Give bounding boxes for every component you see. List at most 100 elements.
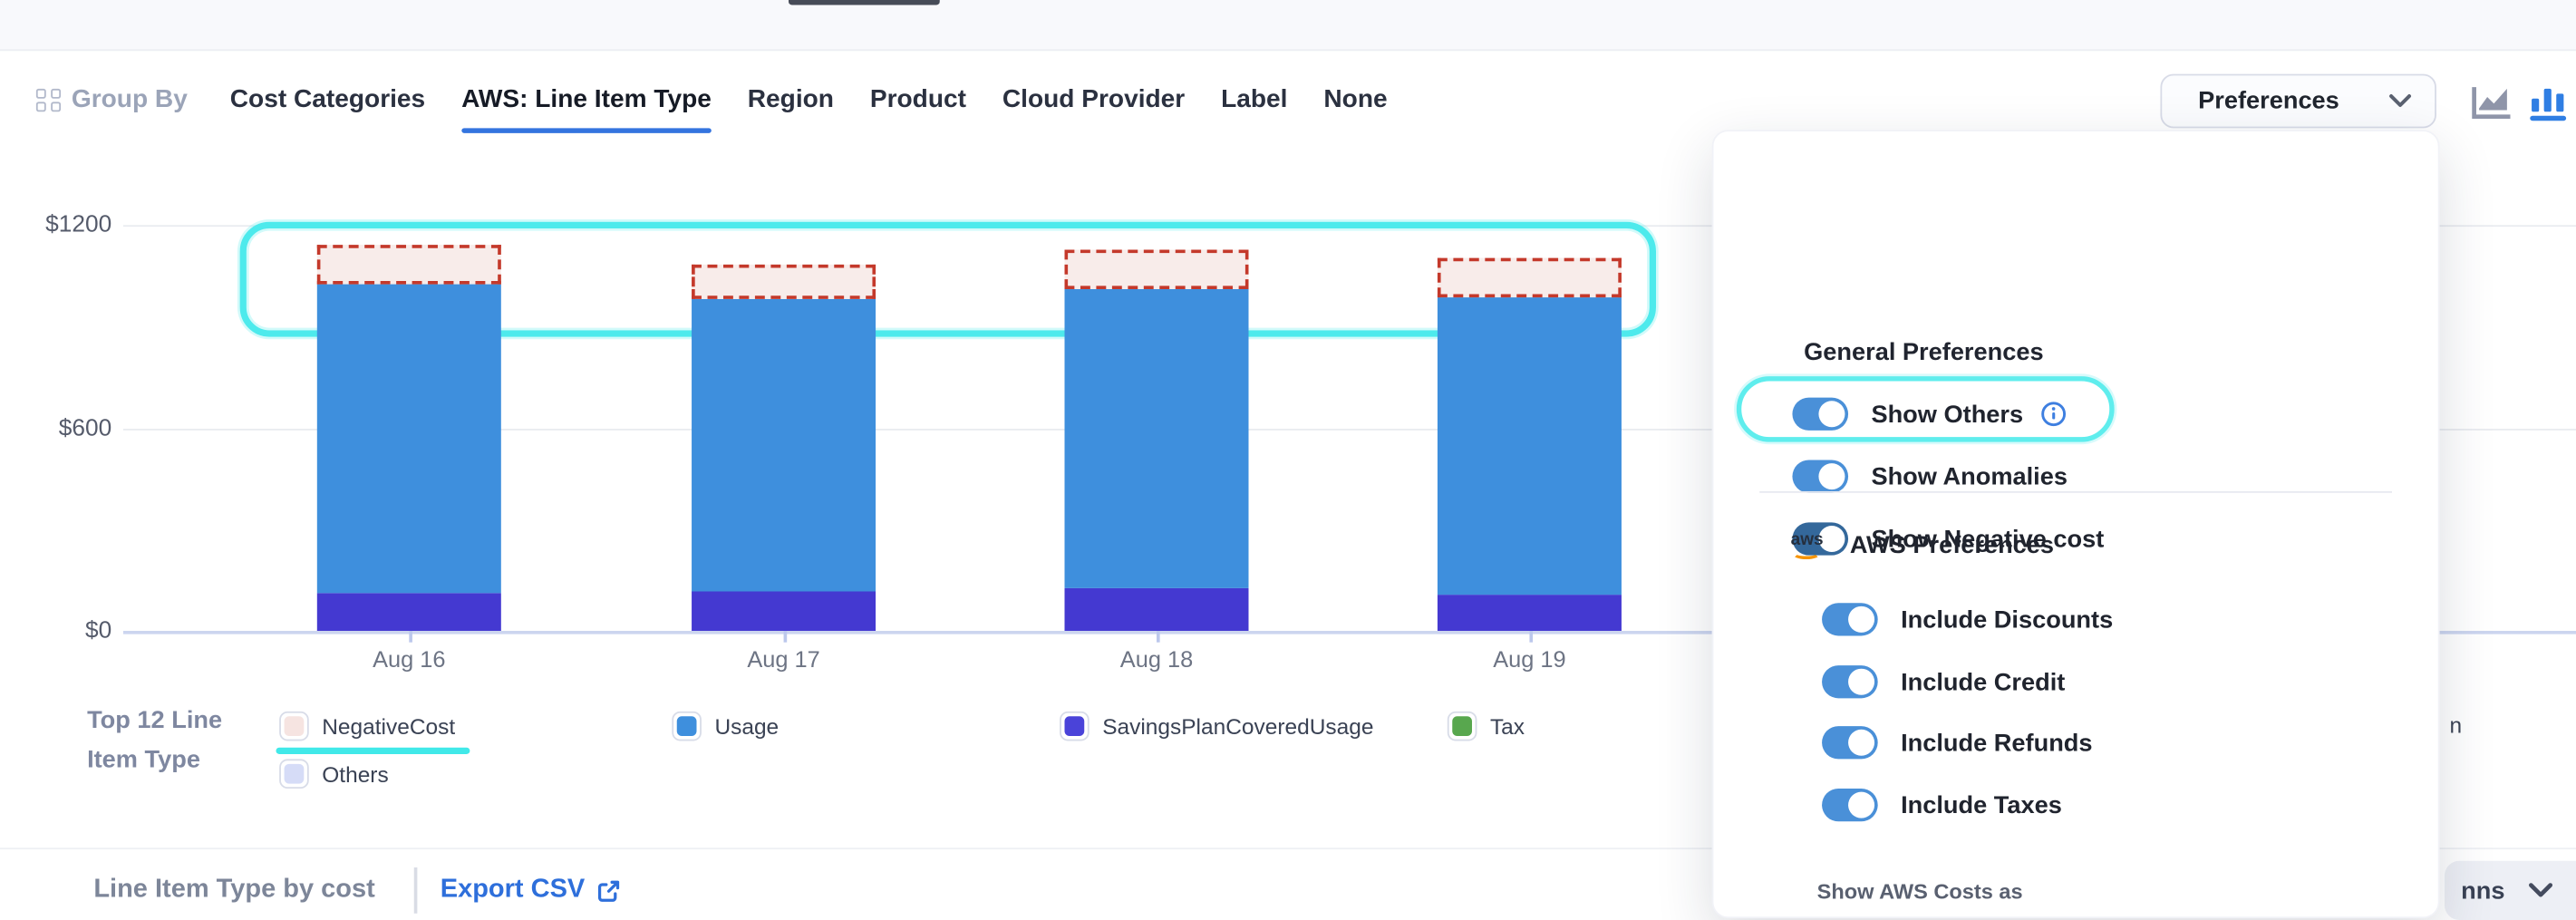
chevron-down-icon — [2388, 93, 2411, 108]
top-edge-artifact — [789, 0, 940, 5]
export-csv-link[interactable]: Export CSV — [441, 876, 621, 905]
aws-preferences-header: aws AWS Preferences — [1791, 531, 2054, 559]
table-section-title: Line Item Type by cost — [93, 876, 374, 905]
toggle-row-include-taxes: Include Taxes — [1822, 789, 2062, 821]
legend-item-tax[interactable]: Tax — [1448, 712, 1525, 741]
bar-segment-usage[interactable] — [692, 299, 876, 592]
savingsplancoveredusage-swatch — [1060, 712, 1089, 741]
legend-item-others[interactable]: Others — [279, 759, 389, 789]
preferences-dropdown-button[interactable]: Preferences — [2160, 74, 2436, 129]
others-swatch — [279, 759, 309, 789]
y-axis-tick-label: $0 — [22, 618, 112, 644]
footer-vertical-divider — [414, 867, 417, 914]
legend-item-label: NegativeCost — [322, 714, 455, 739]
group-by-grid-icon — [36, 88, 60, 111]
toggle-knob — [1848, 669, 1874, 695]
bar-segment-savingsplancoveredusage[interactable] — [317, 594, 501, 631]
x-axis-tick-label: Aug 18 — [1091, 645, 1223, 672]
bar-segment-negativecost[interactable] — [1438, 257, 1622, 296]
group-by-label-group: Group By — [36, 85, 188, 115]
toggle-label: Include Refunds — [1901, 729, 2092, 757]
x-axis-tick-label: Aug 17 — [718, 645, 849, 672]
x-axis-tick — [1529, 631, 1532, 643]
tab-label[interactable]: Label — [1221, 85, 1287, 115]
toggle-row-include-credit: Include Credit — [1822, 665, 2065, 698]
tab-none[interactable]: None — [1323, 85, 1387, 115]
include-credit-toggle[interactable] — [1822, 665, 1878, 698]
chevron-down-icon — [2528, 882, 2552, 898]
page-top-strip — [0, 0, 2576, 51]
bar-segment-savingsplancoveredusage[interactable] — [1065, 588, 1249, 631]
panel-divider — [1759, 491, 2392, 493]
tax-swatch — [1448, 712, 1477, 741]
bar-segment-negativecost[interactable] — [1065, 250, 1249, 289]
toggle-label: Show Others — [1871, 400, 2023, 428]
tab-aws-line-item-type[interactable]: AWS: Line Item Type — [461, 85, 712, 115]
toggle-row-show-others: Show Others — [1792, 398, 2066, 431]
include-refunds-toggle[interactable] — [1822, 726, 1878, 759]
bar-segment-usage[interactable] — [1065, 289, 1249, 588]
y-axis-tick-label: $600 — [22, 415, 112, 441]
negativecost-swatch — [279, 712, 309, 741]
include-discounts-toggle[interactable] — [1822, 603, 1878, 635]
group-by-tabs: Cost Categories AWS: Line Item Type Region… — [230, 85, 1388, 115]
x-axis-tick — [409, 631, 412, 643]
bar-chart-view-button[interactable] — [2527, 82, 2570, 122]
legend-negativecost-underline — [276, 748, 470, 753]
area-chart-view-button[interactable] — [2471, 82, 2513, 122]
tab-region[interactable]: Region — [748, 85, 834, 115]
toggle-knob — [1848, 792, 1874, 818]
bar-chart-icon — [2527, 83, 2570, 121]
columns-dropdown-button[interactable]: nns — [2445, 861, 2576, 920]
toggle-label: Include Discounts — [1901, 605, 2113, 634]
preferences-panel: General Preferences Show Others Show Anom… — [1712, 130, 2440, 918]
tab-product[interactable]: Product — [870, 85, 966, 115]
bar-segment-savingsplancoveredusage[interactable] — [1438, 595, 1622, 631]
group-by-label: Group By — [72, 85, 188, 115]
toggle-knob — [1848, 730, 1874, 756]
legend-item-label: Tax — [1490, 714, 1525, 739]
include-taxes-toggle[interactable] — [1822, 789, 1878, 821]
show-anomalies-toggle[interactable] — [1792, 460, 1848, 493]
legend-item-savingsplancoveredusage[interactable]: SavingsPlanCoveredUsage — [1060, 712, 1373, 741]
info-icon[interactable] — [2039, 401, 2066, 427]
x-axis-tick-label: Aug 19 — [1464, 645, 1595, 672]
tab-cloud-provider[interactable]: Cloud Provider — [1002, 85, 1185, 115]
columns-button-label: nns — [2461, 876, 2504, 905]
bar-segment-usage[interactable] — [1438, 297, 1622, 596]
toggle-label: Include Taxes — [1901, 791, 2062, 819]
y-axis-tick-label: $1200 — [22, 212, 112, 238]
bar-segment-usage[interactable] — [317, 284, 501, 593]
general-preferences-title: General Preferences — [1804, 338, 2043, 366]
bar-segment-negativecost[interactable] — [317, 245, 501, 284]
toggle-knob — [1848, 606, 1874, 633]
legend-cutoff-label: n — [2449, 713, 2462, 738]
bar-segment-negativecost[interactable] — [692, 265, 876, 299]
bar-segment-savingsplancoveredusage[interactable] — [692, 592, 876, 631]
legend-item-label: SavingsPlanCoveredUsage — [1102, 714, 1373, 739]
x-axis-tick-label: Aug 16 — [344, 645, 475, 672]
x-axis-tick — [1157, 631, 1159, 643]
legend-item-usage[interactable]: Usage — [672, 712, 779, 741]
tab-cost-categories[interactable]: Cost Categories — [230, 85, 425, 115]
cost-dashboard: Group By Cost Categories AWS: Line Item T… — [0, 0, 2576, 914]
legend-title: Top 12 Line Item Type — [87, 702, 251, 780]
show-aws-costs-as-label: Show AWS Costs as — [1817, 879, 2023, 904]
toggle-row-include-refunds: Include Refunds — [1822, 726, 2092, 759]
external-link-icon — [596, 878, 621, 903]
export-csv-label: Export CSV — [441, 876, 586, 905]
toggle-label: Show Anomalies — [1871, 462, 2068, 490]
usage-swatch — [672, 712, 702, 741]
toggle-row-include-discounts: Include Discounts — [1822, 603, 2113, 635]
legend-item-label: Others — [322, 761, 388, 786]
legend-item-negativecost[interactable]: NegativeCost — [279, 712, 455, 741]
show-others-toggle[interactable] — [1792, 398, 1848, 431]
x-axis-tick — [784, 631, 787, 643]
area-chart-icon — [2471, 83, 2513, 121]
toggle-knob — [1818, 463, 1845, 489]
legend-item-label: Usage — [714, 714, 779, 739]
preferences-button-label: Preferences — [2198, 87, 2339, 115]
aws-preferences-title: AWS Preferences — [1850, 531, 2054, 559]
toggle-label: Include Credit — [1901, 668, 2065, 696]
toggle-knob — [1818, 401, 1845, 427]
